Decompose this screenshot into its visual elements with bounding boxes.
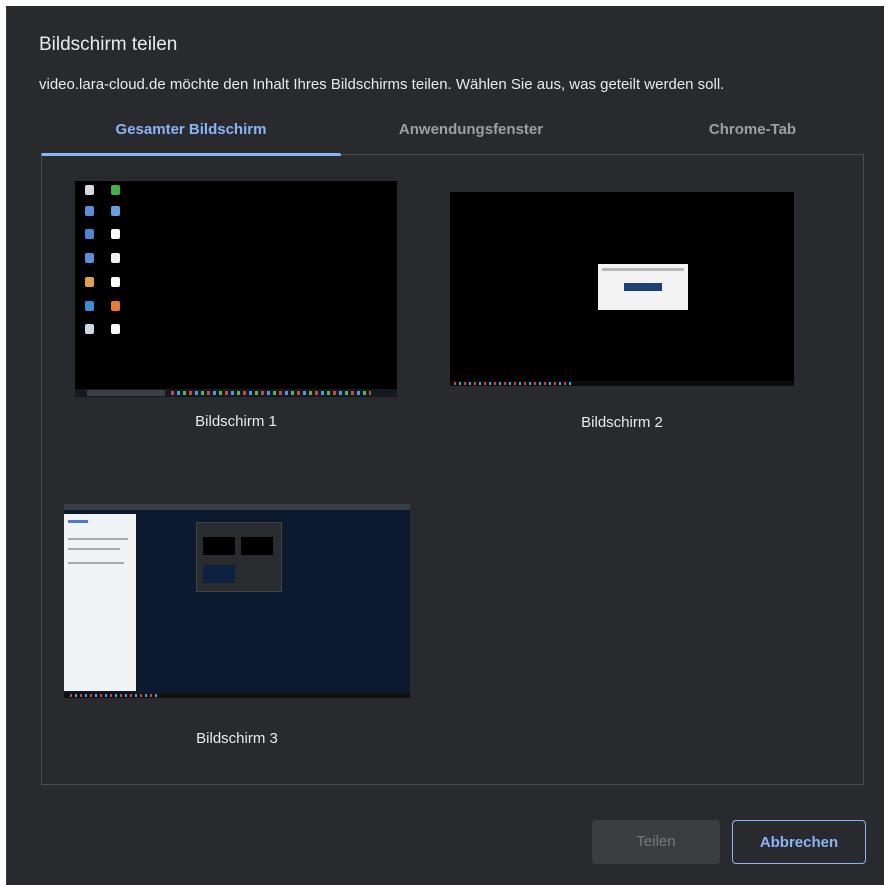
tab-chrome-tab[interactable]: Chrome-Tab	[641, 114, 864, 154]
taskbar-icons	[171, 391, 371, 395]
source-label: Bildschirm 2	[581, 414, 663, 431]
screen-1-thumbnail	[75, 181, 397, 397]
desktop-icon	[111, 277, 120, 287]
taskbar	[75, 389, 397, 397]
tab-label: Gesamter Bildschirm	[115, 121, 267, 138]
taskbar-icons	[70, 694, 160, 697]
mini-share-dialog	[196, 522, 282, 592]
desktop-icon	[85, 277, 94, 287]
source-screen-1[interactable]: Bildschirm 1	[75, 181, 397, 441]
desktop-icon	[85, 229, 94, 239]
side-panel	[64, 514, 136, 691]
desktop-icon	[111, 206, 120, 216]
mini-window-titlebar	[602, 268, 684, 271]
desktop-icon	[111, 324, 120, 334]
mini-window	[598, 264, 688, 310]
taskbar-icons	[454, 382, 574, 385]
desktop-icon	[111, 253, 120, 263]
mini-window-button	[624, 283, 662, 291]
side-panel-line	[68, 562, 124, 564]
share-screen-dialog: Bildschirm teilen video.lara-cloud.de mö…	[6, 6, 884, 885]
desktop-icon	[85, 206, 94, 216]
dialog-title: Bildschirm teilen	[39, 34, 178, 55]
source-label: Bildschirm 3	[196, 730, 278, 747]
dialog-subtitle: video.lara-cloud.de möchte den Inhalt Ih…	[39, 76, 725, 93]
taskbar-search	[87, 390, 165, 396]
side-panel-line	[68, 548, 120, 550]
desktop-icon	[111, 185, 120, 195]
desktop-icon	[85, 185, 94, 195]
desktop-icon	[85, 301, 94, 311]
desktop-icon	[85, 253, 94, 263]
source-screen-3[interactable]: Bildschirm 3	[64, 504, 410, 754]
taskbar	[450, 381, 794, 386]
desktop-icon	[111, 301, 120, 311]
source-label: Bildschirm 1	[195, 413, 277, 430]
tab-application-window[interactable]: Anwendungsfenster	[341, 114, 601, 154]
screen-2-thumbnail	[450, 192, 794, 386]
tab-bar: Gesamter Bildschirm Anwendungsfenster Ch…	[41, 114, 864, 156]
side-panel-line	[68, 538, 128, 540]
mini-thumbnail	[203, 537, 235, 555]
mini-thumbnail	[241, 537, 273, 555]
screen-3-thumbnail	[64, 504, 410, 698]
desktop-icon	[85, 324, 94, 334]
share-button[interactable]: Teilen	[592, 820, 720, 864]
mini-thumbnail	[203, 565, 235, 583]
tab-label: Anwendungsfenster	[398, 121, 544, 138]
taskbar	[64, 693, 410, 698]
browser-toolbar	[64, 504, 410, 510]
side-panel-line	[68, 520, 88, 523]
source-list: Bildschirm 1 Bildschirm 2 Bildschirm 3	[41, 155, 864, 785]
tab-entire-screen[interactable]: Gesamter Bildschirm	[41, 114, 341, 156]
cancel-button[interactable]: Abbrechen	[732, 820, 866, 864]
desktop-icon	[111, 229, 120, 239]
source-screen-2[interactable]: Bildschirm 2	[450, 192, 794, 442]
tab-label: Chrome-Tab	[708, 121, 797, 138]
